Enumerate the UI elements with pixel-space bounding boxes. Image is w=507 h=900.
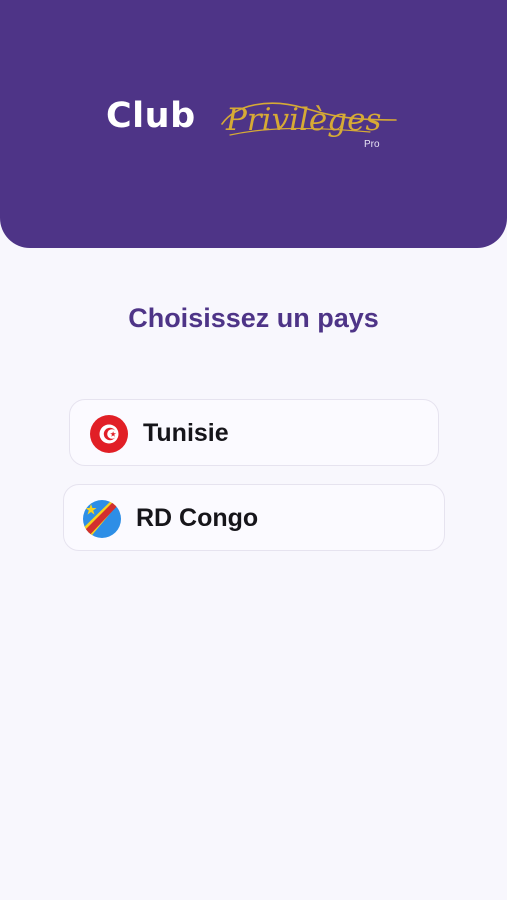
app-header: Club Privilèges Pro	[0, 0, 507, 248]
country-label-tunisie: Tunisie	[143, 419, 229, 447]
country-label-rd-congo: RD Congo	[136, 504, 259, 532]
country-option-rd-congo[interactable]: RD Congo	[63, 484, 445, 551]
logo-pro-text: Pro	[364, 139, 380, 150]
logo-privileges-script: Privilèges	[221, 102, 397, 138]
country-option-tunisie[interactable]: Tunisie	[69, 399, 439, 466]
tunisia-flag-icon	[90, 415, 128, 453]
logo-club-text: Club	[106, 96, 196, 136]
dr-congo-flag-icon	[83, 500, 121, 538]
club-privileges-logo: Club Privilèges Pro	[106, 92, 406, 154]
page-title: Choisissez un pays	[128, 303, 379, 333]
